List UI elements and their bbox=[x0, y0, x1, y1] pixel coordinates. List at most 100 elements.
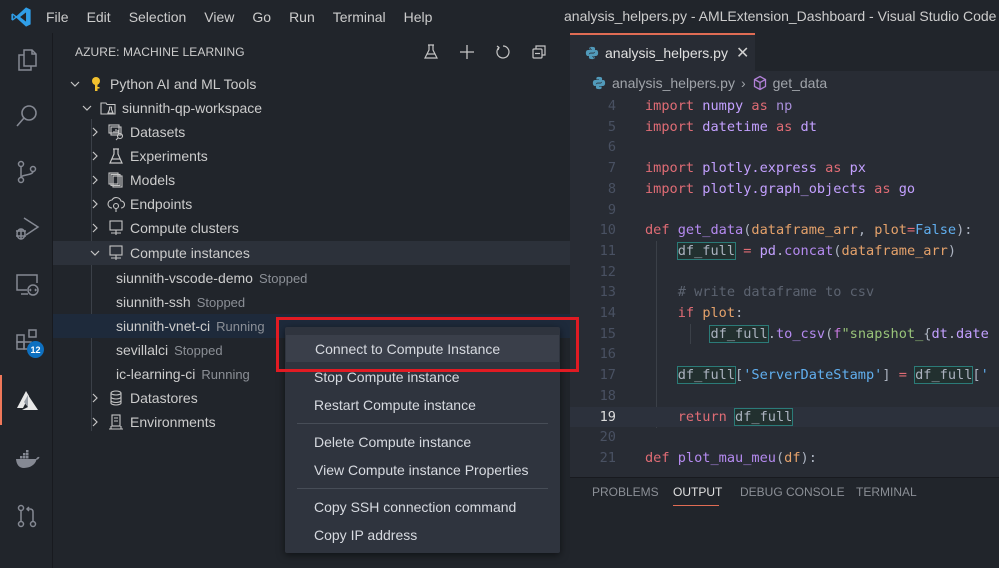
menu-item-copy-ip[interactable]: Copy IP address bbox=[285, 521, 560, 548]
menu-separator bbox=[297, 423, 548, 424]
code-line: 20 bbox=[599, 429, 616, 446]
tree-item-subscription[interactable]: Python AI and ML Tools bbox=[53, 72, 570, 96]
tabs-bar: analysis_helpers.py ✕ bbox=[570, 33, 999, 71]
extensions-icon[interactable]: 12 bbox=[0, 320, 53, 360]
code-line: 11 df_full = pd.concat(dataframe_arr) bbox=[599, 241, 957, 260]
endpoints-label: Endpoints bbox=[130, 196, 193, 212]
compute-instance-item[interactable]: siunnith-vscode-demo Stopped bbox=[53, 266, 570, 290]
menu-separator bbox=[297, 488, 548, 489]
code-line: 12 bbox=[599, 263, 616, 280]
menu-edit[interactable]: Edit bbox=[87, 9, 111, 25]
menu-file[interactable]: File bbox=[46, 9, 69, 25]
code-line: 21 def plot_mau_meu(df): bbox=[599, 449, 817, 466]
azure-icon[interactable] bbox=[0, 380, 53, 420]
activity-bar: 12 bbox=[0, 33, 53, 568]
breadcrumb-file[interactable]: analysis_helpers.py bbox=[612, 75, 735, 91]
instance-status: Stopped bbox=[174, 342, 223, 358]
compute-clusters-label: Compute clusters bbox=[130, 220, 239, 236]
code-line: 15 df_full.to_csv(f"snapshot_{dt.date bbox=[599, 324, 989, 343]
tab-analysis-helpers[interactable]: analysis_helpers.py ✕ bbox=[570, 33, 755, 71]
refresh-icon[interactable] bbox=[492, 41, 514, 63]
menu-run[interactable]: Run bbox=[289, 9, 315, 25]
chevron-right-icon bbox=[87, 148, 103, 164]
instance-name: ic-learning-ci bbox=[116, 366, 196, 382]
pull-requests-icon[interactable] bbox=[0, 496, 53, 536]
code-line: 14 if plot: bbox=[599, 305, 744, 321]
menu-help[interactable]: Help bbox=[404, 9, 433, 25]
chevron-right-icon bbox=[87, 124, 103, 140]
flask-icon bbox=[107, 147, 125, 165]
source-control-icon[interactable] bbox=[0, 152, 53, 192]
chevron-right-icon bbox=[87, 220, 103, 236]
environment-icon bbox=[107, 413, 125, 431]
instance-status: Stopped bbox=[196, 294, 246, 310]
endpoints-icon bbox=[107, 195, 125, 213]
menu-item-delete[interactable]: Delete Compute instance bbox=[285, 428, 560, 455]
sidebar-actions bbox=[420, 41, 550, 63]
models-label: Models bbox=[130, 172, 176, 188]
database-icon bbox=[107, 389, 125, 407]
chevron-right-icon bbox=[87, 390, 103, 406]
chevron-down-icon bbox=[87, 245, 103, 261]
workspace-icon bbox=[99, 99, 117, 117]
menu-go[interactable]: Go bbox=[252, 9, 271, 25]
code-line: 9 bbox=[607, 201, 616, 218]
menu-item-view-properties[interactable]: View Compute instance Properties bbox=[285, 456, 560, 483]
vscode-logo-icon bbox=[11, 6, 31, 27]
tab-output[interactable]: OUTPUT bbox=[673, 485, 722, 499]
instance-status: Running bbox=[216, 318, 265, 334]
tab-problems[interactable]: PROBLEMS bbox=[592, 485, 659, 499]
tree-item-datasets[interactable]: Datasets bbox=[53, 120, 570, 144]
tree-item-compute-clusters[interactable]: Compute clusters bbox=[53, 216, 570, 240]
code-line: 7 import plotly.express as px bbox=[607, 160, 866, 177]
chevron-right-icon: › bbox=[740, 75, 746, 91]
menu-view[interactable]: View bbox=[204, 9, 234, 25]
tree-item-compute-instances[interactable]: Compute instances bbox=[53, 241, 570, 265]
code-line: 6 bbox=[607, 139, 616, 156]
compute-instances-label: Compute instances bbox=[130, 245, 250, 261]
highlight-annotation-box bbox=[276, 317, 579, 372]
instance-name: siunnith-ssh bbox=[116, 294, 191, 310]
menu-item-restart[interactable]: Restart Compute instance bbox=[285, 391, 560, 418]
chevron-right-icon bbox=[87, 196, 103, 212]
chevron-down-icon bbox=[67, 76, 83, 92]
tab-label: analysis_helpers.py bbox=[605, 45, 728, 61]
extensions-badge: 12 bbox=[27, 341, 44, 358]
tab-terminal[interactable]: TERMINAL bbox=[856, 485, 917, 499]
breadcrumb-symbol[interactable]: get_data bbox=[773, 75, 828, 91]
chevron-down-icon bbox=[79, 100, 95, 116]
explorer-icon[interactable] bbox=[0, 40, 53, 80]
datasets-label: Datasets bbox=[130, 124, 186, 140]
menu-terminal[interactable]: Terminal bbox=[333, 9, 386, 25]
remote-explorer-icon[interactable] bbox=[0, 264, 53, 304]
menu-item-copy-ssh[interactable]: Copy SSH connection command bbox=[285, 493, 560, 520]
flask-icon[interactable] bbox=[420, 41, 442, 63]
search-icon[interactable] bbox=[0, 96, 53, 136]
bottom-panel: PROBLEMS OUTPUT DEBUG CONSOLE TERMINAL bbox=[570, 477, 999, 568]
subscription-label: Python AI and ML Tools bbox=[110, 76, 257, 92]
tree-item-endpoints[interactable]: Endpoints bbox=[53, 192, 570, 216]
workspace-label: siunnith-qp-workspace bbox=[122, 100, 263, 116]
plus-icon[interactable] bbox=[456, 41, 478, 63]
instance-status: Stopped bbox=[258, 270, 308, 286]
tree-item-experiments[interactable]: Experiments bbox=[53, 144, 570, 168]
code-line: 17 df_full['ServerDateStamp'] = df_full[… bbox=[599, 366, 989, 385]
code-line: 10 def get_data(dataframe_arr, plot=False… bbox=[599, 222, 973, 239]
compute-icon bbox=[107, 219, 125, 237]
menu-selection[interactable]: Selection bbox=[129, 9, 187, 25]
collapse-all-icon[interactable] bbox=[528, 41, 550, 63]
instance-status: Running bbox=[201, 366, 250, 382]
instance-name: siunnith-vnet-ci bbox=[116, 318, 211, 334]
tab-debug-console[interactable]: DEBUG CONSOLE bbox=[740, 485, 845, 499]
run-debug-icon[interactable] bbox=[0, 208, 53, 248]
close-icon[interactable]: ✕ bbox=[736, 43, 749, 63]
compute-icon bbox=[107, 244, 125, 262]
tree-item-models[interactable]: Models bbox=[53, 168, 570, 192]
code-line: 4 import numpy as np bbox=[607, 98, 793, 114]
docker-icon[interactable] bbox=[0, 439, 53, 479]
environments-label: Environments bbox=[130, 414, 216, 430]
compute-instance-item[interactable]: siunnith-ssh Stopped bbox=[53, 290, 570, 314]
datastores-label: Datastores bbox=[130, 390, 198, 406]
tree-item-workspace[interactable]: siunnith-qp-workspace bbox=[53, 96, 570, 120]
method-icon bbox=[753, 75, 766, 91]
